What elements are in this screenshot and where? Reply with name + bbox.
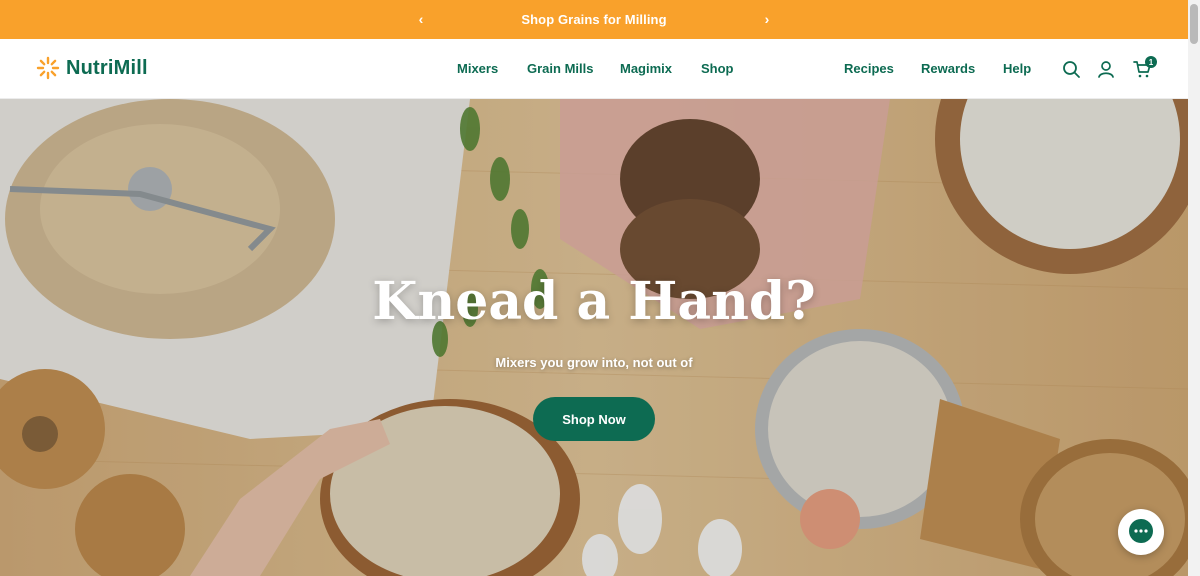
announcement-bar: ‹ Shop Grains for Milling › bbox=[0, 0, 1188, 39]
chat-icon bbox=[1129, 519, 1153, 543]
nav-magimix[interactable]: Magimix bbox=[620, 61, 672, 76]
logo[interactable]: NutriMill bbox=[36, 56, 148, 80]
hero-subtitle: Mixers you grow into, not out of bbox=[495, 355, 693, 370]
page-scrollbar[interactable] bbox=[1188, 0, 1200, 576]
hero-background-image bbox=[0, 99, 1188, 576]
account-icon[interactable] bbox=[1096, 59, 1116, 79]
nav-grain-mills[interactable]: Grain Mills bbox=[527, 61, 593, 76]
nav-rewards[interactable]: Rewards bbox=[921, 61, 975, 76]
nav-shop[interactable]: Shop bbox=[701, 61, 734, 76]
chevron-right-icon[interactable]: › bbox=[758, 10, 776, 28]
scrollbar-thumb[interactable] bbox=[1190, 4, 1198, 44]
hero-banner: Knead a Hand? Mixers you grow into, not … bbox=[0, 99, 1188, 576]
search-icon[interactable] bbox=[1061, 59, 1081, 79]
site-header: NutriMill Mixers Grain Mills Magimix Sho… bbox=[0, 39, 1188, 99]
hero-title: Knead a Hand? bbox=[372, 271, 816, 332]
shop-now-button[interactable]: Shop Now bbox=[533, 397, 655, 441]
chevron-left-icon[interactable]: ‹ bbox=[412, 10, 430, 28]
nav-mixers[interactable]: Mixers bbox=[457, 61, 498, 76]
sun-logo-icon bbox=[36, 56, 60, 80]
announcement-text[interactable]: Shop Grains for Milling bbox=[521, 12, 666, 27]
nav-help[interactable]: Help bbox=[1003, 61, 1031, 76]
nav-recipes[interactable]: Recipes bbox=[844, 61, 894, 76]
logo-text: NutriMill bbox=[66, 56, 148, 79]
chat-launcher-button[interactable] bbox=[1118, 509, 1164, 555]
cart-count-badge: 1 bbox=[1145, 56, 1157, 68]
